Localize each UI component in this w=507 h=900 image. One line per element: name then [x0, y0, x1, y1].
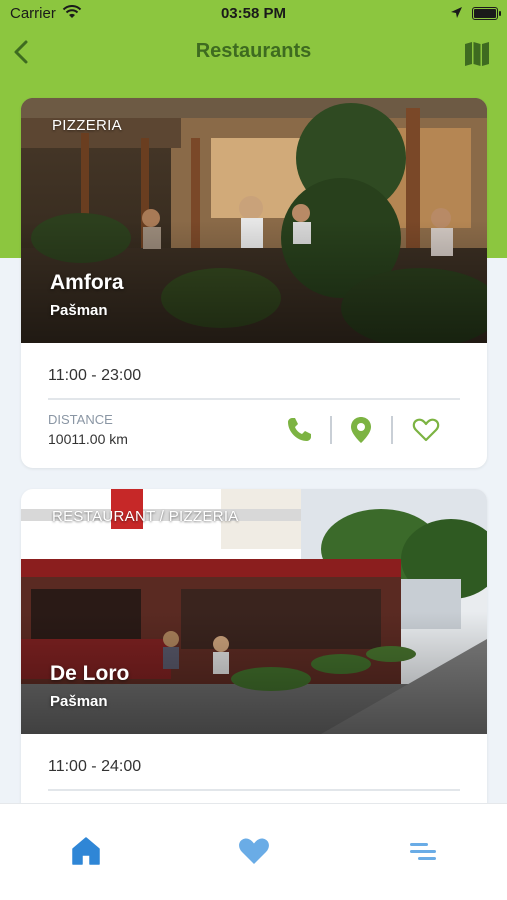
opening-hours: 11:00 - 24:00 [48, 758, 142, 775]
favorite-button[interactable] [412, 416, 440, 444]
restaurant-place: Pašman [50, 693, 108, 710]
tab-bar [0, 803, 507, 900]
restaurant-name: Amfora [50, 271, 124, 294]
heart-icon [239, 838, 269, 864]
location-pin-icon [351, 417, 371, 443]
action-separator [330, 416, 332, 444]
tab-home[interactable] [69, 834, 103, 868]
home-icon [72, 837, 100, 865]
call-button[interactable] [285, 416, 313, 444]
status-bar: Carrier 03:58 PM [0, 0, 507, 28]
map-button[interactable] [463, 39, 491, 67]
restaurant-category: PIZZERIA [52, 117, 122, 134]
tab-favorites[interactable] [237, 834, 271, 868]
distance-value: 10011.00 km [48, 431, 128, 447]
status-time: 03:58 PM [220, 5, 287, 22]
page-title: Restaurants [195, 40, 312, 62]
restaurant-place: Pašman [50, 302, 108, 319]
distance-label: DISTANCE [48, 412, 113, 427]
battery-tip [499, 11, 501, 16]
divider [48, 398, 460, 400]
restaurant-category: RESTAURANT / PIZZERIA [52, 508, 239, 525]
opening-hours: 11:00 - 23:00 [48, 367, 142, 384]
directions-button[interactable] [347, 416, 375, 444]
divider [48, 789, 460, 791]
list-icon [410, 843, 436, 860]
heart-outline-icon [412, 418, 440, 442]
phone-icon [288, 418, 311, 441]
action-separator [391, 416, 393, 444]
navigation-bar: Restaurants [0, 30, 507, 74]
map-icon [465, 42, 489, 66]
restaurant-card[interactable]: PIZZERIA Amfora Pašman 11:00 - 23:00 DIS… [21, 98, 487, 468]
restaurant-name: De Loro [50, 662, 130, 685]
battery-icon [472, 7, 498, 20]
location-arrow-icon [450, 6, 463, 23]
tab-list[interactable] [406, 834, 440, 868]
